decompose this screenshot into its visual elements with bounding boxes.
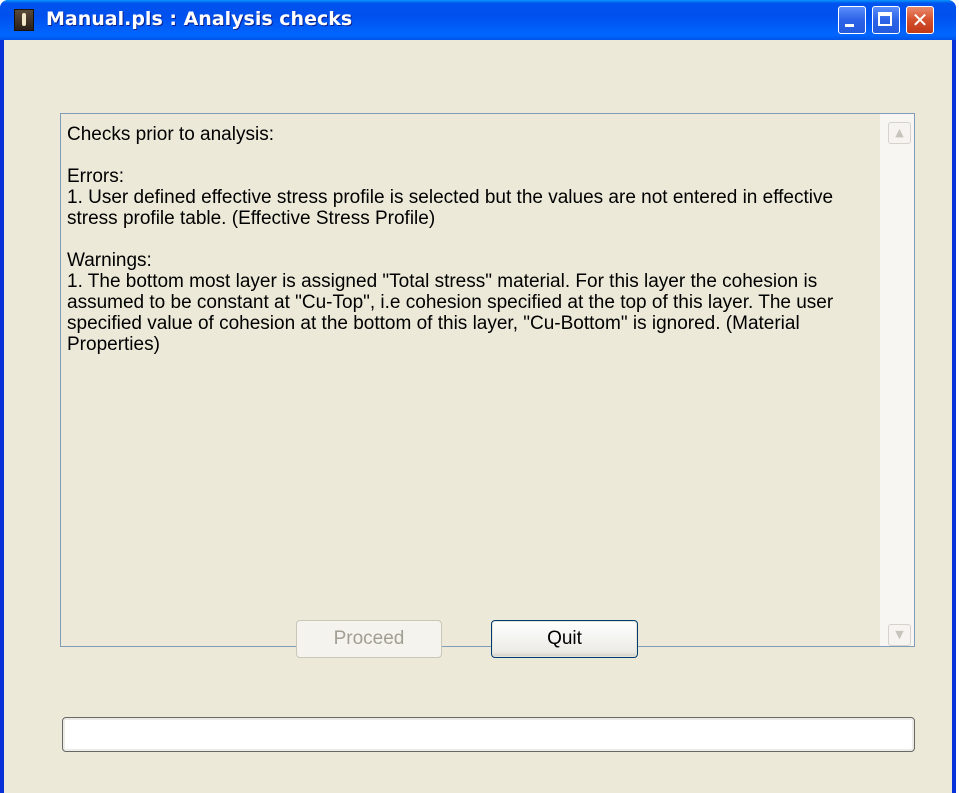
close-button[interactable]: ✕	[906, 6, 934, 34]
vertical-scrollbar[interactable]: ▲ ▼	[880, 114, 914, 646]
quit-button[interactable]: Quit	[491, 620, 638, 658]
dialog-client-area: Checks prior to analysis: Errors: 1. Use…	[4, 40, 952, 793]
analysis-checks-text: Checks prior to analysis: Errors: 1. Use…	[67, 124, 834, 355]
app-icon[interactable]	[14, 9, 34, 31]
proceed-button[interactable]: Proceed	[296, 620, 442, 658]
close-icon: ✕	[911, 8, 929, 32]
analysis-checks-textbox[interactable]: Checks prior to analysis: Errors: 1. Use…	[60, 113, 915, 647]
dialog-window: Manual.pls : Analysis checks ✕ Checks pr…	[0, 0, 956, 793]
title-bar[interactable]: Manual.pls : Analysis checks ✕	[0, 0, 956, 40]
scroll-up-button[interactable]: ▲	[888, 122, 911, 144]
window-title: Manual.pls : Analysis checks	[46, 8, 353, 30]
chevron-down-icon: ▼	[895, 628, 904, 641]
maximize-button[interactable]	[872, 6, 900, 34]
chevron-up-icon: ▲	[895, 126, 904, 139]
progress-bar	[62, 717, 915, 752]
minimize-button[interactable]	[838, 6, 866, 34]
scroll-down-button[interactable]: ▼	[888, 624, 911, 646]
